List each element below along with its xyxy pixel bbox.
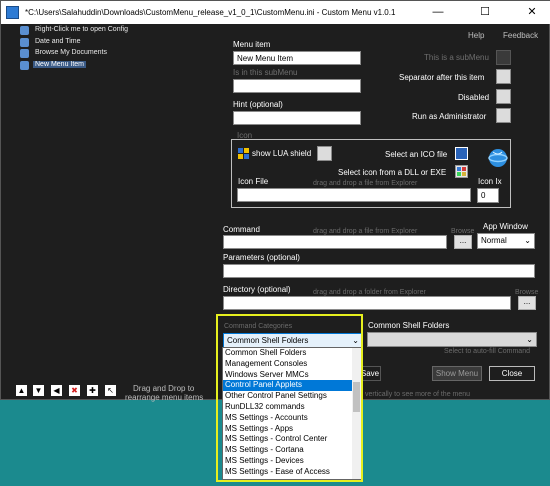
delete-icon[interactable]: ✖	[69, 385, 80, 396]
menu-item-icon	[20, 38, 29, 47]
hint-input[interactable]	[233, 111, 361, 125]
icon-file-label: Icon File	[238, 177, 269, 186]
select-dll-label: Select icon from a DLL or EXE	[338, 168, 447, 177]
submenu-input[interactable]	[233, 79, 361, 93]
help-link[interactable]: Help	[468, 31, 484, 40]
icon-ix-label: Icon Ix	[478, 177, 502, 186]
menu-item-input[interactable]: New Menu Item	[233, 51, 361, 65]
pointer-icon[interactable]: ↖	[105, 385, 116, 396]
icon-file-input[interactable]	[237, 188, 471, 202]
feedback-link[interactable]: Feedback	[503, 31, 538, 40]
title-bar[interactable]: *C:\Users\Salahuddin\Downloads\CustomMen…	[1, 1, 550, 24]
menu-item-icon	[20, 49, 29, 58]
close-window-button[interactable]: ✕	[516, 1, 548, 24]
app-window-value: Normal	[481, 236, 507, 245]
drag-drop-hint-line2: rearrange menu items	[125, 393, 204, 402]
app-window-label: App Window	[483, 222, 528, 231]
maximize-button[interactable]: ☐	[469, 1, 501, 24]
menu-item-icon	[20, 61, 29, 70]
command-input[interactable]	[223, 235, 447, 249]
move-left-icon[interactable]: ◀	[51, 385, 62, 396]
common-shell-folders-label: Common Shell Folders	[368, 321, 450, 330]
directory-browse-button[interactable]: ...	[518, 296, 536, 310]
add-icon[interactable]: ✚	[87, 385, 98, 396]
this-is-submenu-label: This is a subMenu	[424, 53, 489, 62]
run-as-admin-checkbox[interactable]	[496, 108, 511, 123]
hint-label: Hint (optional)	[233, 100, 283, 109]
annotation-highlight-box	[216, 314, 363, 482]
browse-label: Browse	[515, 289, 539, 296]
directory-hint: drag and drop a folder from Explorer	[313, 289, 426, 296]
menu-item-icon	[20, 26, 29, 35]
parameters-label: Parameters (optional)	[223, 253, 300, 262]
globe-icon	[487, 147, 509, 169]
common-shell-folders-select[interactable]: ⌄	[367, 332, 537, 347]
tree-item-label: Date and Time	[35, 38, 81, 45]
command-browse-button[interactable]: ...	[454, 235, 472, 249]
directory-input[interactable]	[223, 296, 511, 310]
icon-ix-input[interactable]: 0	[477, 188, 499, 203]
show-lua-label: show LUA shield	[252, 149, 312, 158]
chevron-down-icon: ⌄	[524, 236, 531, 245]
shield-icon	[238, 148, 251, 161]
minimize-button[interactable]: —	[422, 1, 454, 24]
submenu-checkbox[interactable]	[496, 50, 511, 65]
show-menu-button[interactable]: Show Menu	[432, 366, 482, 381]
disabled-label: Disabled	[458, 93, 490, 102]
separator-label: Separator after this item	[399, 73, 485, 82]
select-autofill-label: Select to auto-fill Command	[444, 348, 530, 355]
tree-item-label: Browse My Documents	[35, 49, 107, 56]
is-in-submenu-label: Is in this subMenu	[233, 68, 298, 77]
menu-item-label: Menu item	[233, 40, 271, 49]
chevron-down-icon: ⌄	[526, 335, 533, 344]
drag-drop-hint-line1: Drag and Drop to	[133, 384, 195, 393]
run-as-admin-label: Run as Administrator	[412, 112, 487, 121]
icon-file-hint: drag and drop a file from Explorer	[313, 180, 418, 187]
separator-checkbox[interactable]	[496, 69, 511, 84]
app-icon	[6, 6, 19, 19]
ico-file-icon[interactable]	[455, 147, 468, 160]
command-label: Command	[223, 225, 260, 234]
directory-label: Directory (optional)	[223, 285, 291, 294]
select-ico-label: Select an ICO file	[385, 150, 448, 159]
tree-item-label: Right-Click me to open Config	[35, 26, 128, 33]
window-title: *C:\Users\Salahuddin\Downloads\CustomMen…	[25, 8, 396, 17]
show-lua-checkbox[interactable]	[317, 146, 332, 161]
move-up-icon[interactable]: ▲	[16, 385, 27, 396]
dll-icon[interactable]	[455, 165, 468, 178]
close-button[interactable]: Close	[489, 366, 535, 381]
disabled-checkbox[interactable]	[496, 89, 511, 104]
menu-tree[interactable]: Right-Click me to open Config Date and T…	[17, 25, 212, 381]
vertical-hint: vertically to see more of the menu	[365, 391, 471, 398]
tree-item-label: New Menu Item	[33, 61, 87, 68]
command-hint: drag and drop a file from Explorer	[313, 228, 418, 235]
parameters-input[interactable]	[223, 264, 535, 278]
move-down-icon[interactable]: ▼	[33, 385, 44, 396]
app-window-select[interactable]: Normal ⌄	[477, 233, 535, 249]
browse-label: Browse	[451, 228, 475, 235]
